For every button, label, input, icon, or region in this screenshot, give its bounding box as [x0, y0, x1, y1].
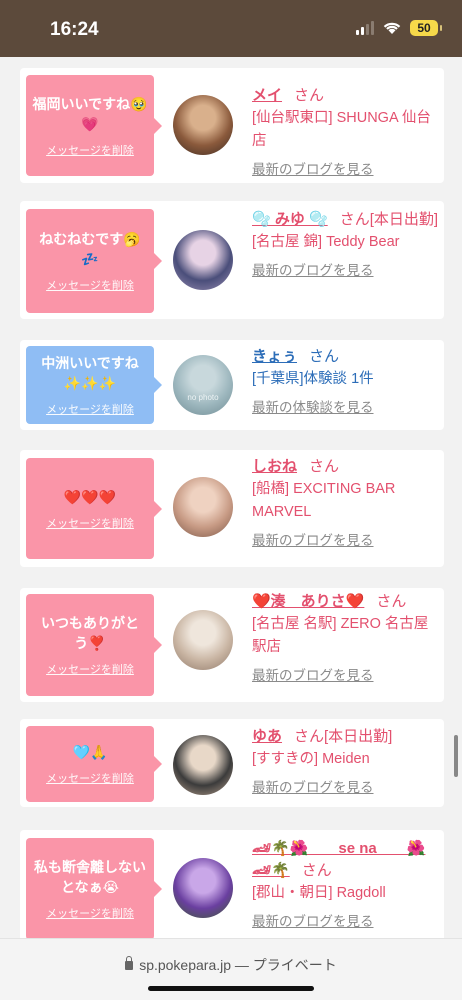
- name-suffix: さん[本日出勤]: [294, 728, 393, 745]
- no-photo-label: no photo: [187, 393, 219, 402]
- message-text: 中洲いいですね✨✨✨: [41, 355, 139, 391]
- battery-icon: 50: [410, 20, 442, 36]
- name-line: ❤️湊 ありさ❤️ さん: [252, 591, 440, 613]
- name-line: きょぅ さん: [252, 346, 440, 368]
- user-info: しおね さん [船橋] EXCITING BAR MARVEL 最新のブログを見る: [252, 456, 440, 549]
- wifi-icon: [382, 21, 402, 35]
- user-name-link[interactable]: メイ: [252, 87, 282, 104]
- user-name-link[interactable]: きょぅ: [252, 348, 297, 365]
- browser-url-bar[interactable]: sp.pokepara.jp — プライベート: [0, 938, 462, 1000]
- delete-message-link[interactable]: メッセージを削除: [46, 905, 134, 921]
- message-text: 福岡いいですね🥹💗: [32, 95, 148, 132]
- home-indicator[interactable]: [148, 986, 314, 991]
- status-bar: 16:24 50: [0, 0, 462, 57]
- shop-name[interactable]: [船橋] EXCITING BAR MARVEL: [252, 478, 440, 524]
- cellular-signal-icon: [356, 21, 374, 35]
- message-bubble: いつもありがとう❣️ メッセージを削除: [26, 594, 162, 696]
- scrollbar[interactable]: [454, 735, 458, 777]
- user-name-link[interactable]: ゆあ: [252, 728, 282, 745]
- message-card: 中洲いいですね✨✨✨ メッセージを削除 no photo きょぅ さん [千葉県]体験談 …: [20, 340, 444, 430]
- message-text: ❤️❤️❤️: [63, 488, 117, 505]
- name-suffix: さん: [301, 862, 332, 879]
- shop-name[interactable]: [仙台駅東口] SHUNGA 仙台店: [252, 107, 440, 153]
- avatar[interactable]: [173, 858, 233, 918]
- latest-post-link[interactable]: 最新のブログを見る: [252, 776, 440, 796]
- delete-message-link[interactable]: メッセージを削除: [46, 277, 134, 293]
- latest-post-link[interactable]: 最新のブログを見る: [252, 158, 440, 178]
- name-line: メイ さん: [252, 85, 440, 107]
- user-info: ❤️湊 ありさ❤️ さん [名古屋 名駅] ZERO 名古屋駅店最新のブログを見る: [252, 591, 440, 684]
- shop-name[interactable]: [名古屋 名駅] ZERO 名古屋駅店: [252, 613, 440, 659]
- latest-post-link[interactable]: 最新の体験談を見る: [252, 396, 440, 416]
- message-bubble: 私も断舎離しないとなぁ😭 メッセージを削除: [26, 838, 162, 940]
- url-domain: sp.pokepara.jp: [139, 957, 232, 973]
- shop-name[interactable]: [名古屋 錦] Teddy Bear: [252, 231, 440, 254]
- shop-name[interactable]: [すすきの] Meiden: [252, 748, 440, 771]
- message-bubble: 中洲いいですね✨✨✨ メッセージを削除: [26, 346, 162, 424]
- message-bubble: 福岡いいですね🥹💗 メッセージを削除: [26, 75, 162, 176]
- name-line: 🫧 みゆ 🫧 さん[本日出勤]: [252, 209, 440, 231]
- avatar[interactable]: [173, 610, 233, 670]
- user-name-link[interactable]: ❤️湊 ありさ❤️: [252, 593, 364, 610]
- name-line: ゆあ さん[本日出勤]: [252, 726, 440, 748]
- message-bubble: 🩵🙏 メッセージを削除: [26, 726, 162, 802]
- user-info: 🏎🌴🌺 se na 🌺🏎🌴 さん [郡山・朝日] Ragdoll 最新のブログを見る: [252, 838, 440, 930]
- message-text: ねむねむです🥱💤: [39, 231, 141, 267]
- shop-name[interactable]: [千葉県]体験談 1件: [252, 368, 440, 391]
- user-info: 🫧 みゆ 🫧 さん[本日出勤] [名古屋 錦] Teddy Bear 最新のブログを見…: [252, 209, 440, 279]
- delete-message-link[interactable]: メッセージを削除: [46, 401, 134, 417]
- latest-post-link[interactable]: 最新のブログを見る: [252, 529, 440, 549]
- latest-post-link[interactable]: 最新のブログを見る: [252, 259, 440, 279]
- delete-message-link[interactable]: メッセージを削除: [46, 770, 134, 786]
- avatar[interactable]: no photo: [173, 355, 233, 415]
- name-line: しおね さん: [252, 456, 440, 478]
- status-icons: 50: [356, 20, 442, 36]
- delete-message-link[interactable]: メッセージを削除: [46, 515, 134, 531]
- private-mode-label: — プライベート: [234, 957, 337, 973]
- message-text: いつもありがとう❣️: [41, 615, 139, 651]
- message-card: いつもありがとう❣️ メッセージを削除 ❤️湊 ありさ❤️ さん [名古屋 名駅] ZE…: [20, 588, 444, 702]
- message-card: ねむねむです🥱💤 メッセージを削除 🫧 みゆ 🫧 さん[本日出勤] [名古屋 錦] Te…: [20, 201, 444, 319]
- name-suffix: さん[本日出勤]: [339, 211, 439, 228]
- shop-name[interactable]: [郡山・朝日] Ragdoll: [252, 882, 440, 905]
- url-display[interactable]: sp.pokepara.jp — プライベート: [0, 955, 462, 975]
- message-text: 🩵🙏: [72, 744, 108, 760]
- avatar[interactable]: [173, 230, 233, 290]
- name-suffix: さん: [294, 87, 325, 104]
- delete-message-link[interactable]: メッセージを削除: [46, 661, 134, 677]
- message-card: ❤️❤️❤️ メッセージを削除 しおね さん [船橋] EXCITING BAR MAR…: [20, 450, 444, 567]
- message-card: 🩵🙏 メッセージを削除 ゆあ さん[本日出勤] [すすきの] Meiden 最新のブログを…: [20, 719, 444, 807]
- status-time: 16:24: [50, 19, 99, 40]
- avatar[interactable]: [173, 735, 233, 795]
- message-card: 私も断舎離しないとなぁ😭 メッセージを削除 🏎🌴🌺 se na 🌺🏎🌴 さん [郡山・朝…: [20, 830, 444, 950]
- name-suffix: さん: [309, 458, 340, 475]
- message-card: 福岡いいですね🥹💗 メッセージを削除 メイ さん [仙台駅東口] SHUNGA 仙台店最…: [20, 68, 444, 183]
- delete-message-link[interactable]: メッセージを削除: [46, 142, 134, 158]
- name-line: 🏎🌴🌺 se na 🌺🏎🌴 さん: [252, 838, 440, 882]
- avatar[interactable]: [173, 95, 233, 155]
- latest-post-link[interactable]: 最新のブログを見る: [252, 910, 440, 930]
- message-text: 私も断舎離しないとなぁ😭: [34, 859, 146, 895]
- user-info: きょぅ さん [千葉県]体験談 1件 最新の体験談を見る: [252, 346, 440, 416]
- user-info: ゆあ さん[本日出勤] [すすきの] Meiden 最新のブログを見る: [252, 726, 440, 796]
- message-bubble: ❤️❤️❤️ メッセージを削除: [26, 458, 162, 559]
- name-suffix: さん: [376, 593, 407, 610]
- user-name-link[interactable]: 🏎🌴🌺 se na 🌺🏎🌴: [252, 840, 425, 879]
- name-suffix: さん: [309, 348, 340, 365]
- user-info: メイ さん [仙台駅東口] SHUNGA 仙台店 最新のブログを見る: [252, 85, 440, 178]
- latest-post-link[interactable]: 最新のブログを見る: [252, 664, 440, 684]
- user-name-link[interactable]: しおね: [252, 458, 297, 475]
- avatar[interactable]: [173, 477, 233, 537]
- user-name-link[interactable]: 🫧 みゆ 🫧: [252, 211, 328, 228]
- message-bubble: ねむねむです🥱💤 メッセージを削除: [26, 209, 162, 313]
- lock-icon: [125, 956, 134, 970]
